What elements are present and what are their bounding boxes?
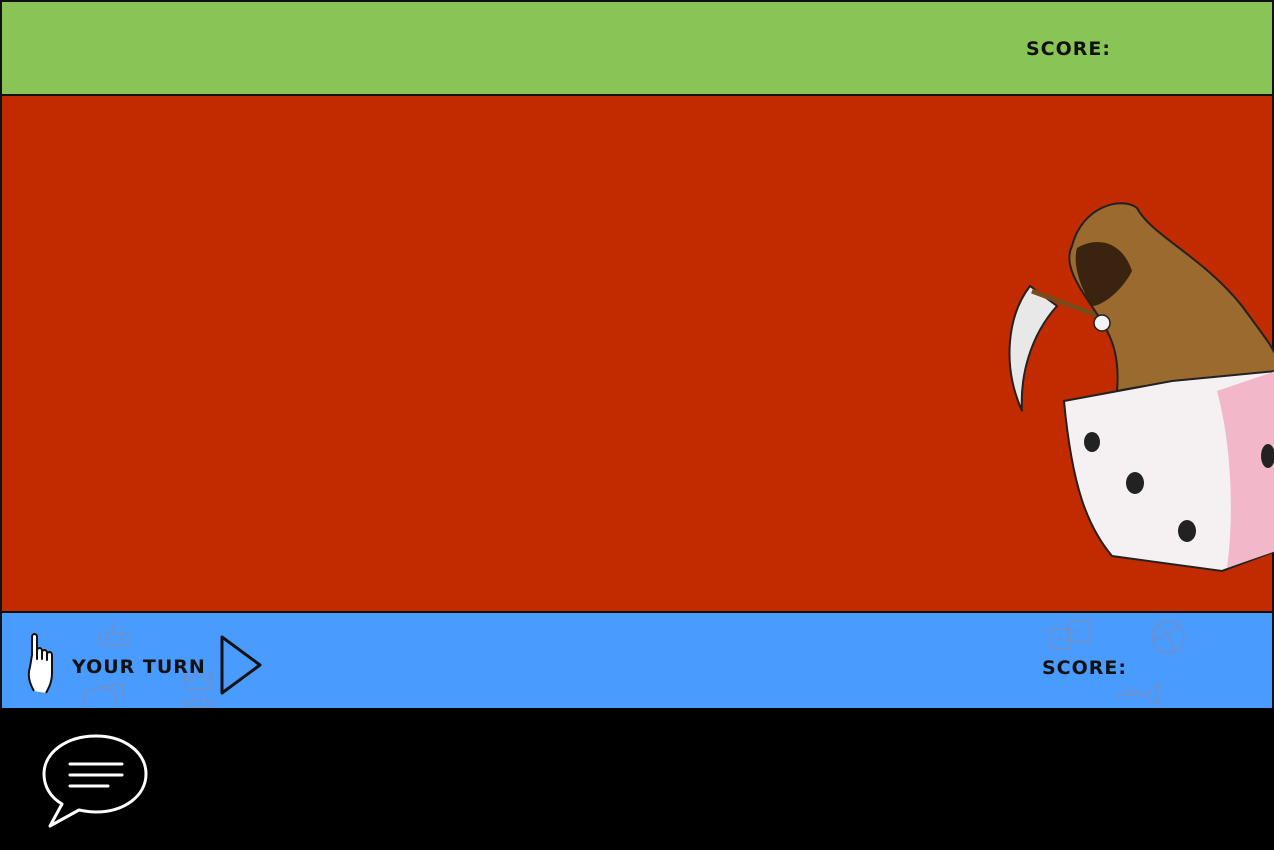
- chat-bubble-icon: [42, 734, 148, 828]
- chat-button[interactable]: [40, 732, 152, 830]
- opponent-bar: SCORE:: [0, 0, 1274, 96]
- play-button[interactable]: [218, 635, 264, 697]
- gamepad-icon: [98, 621, 130, 646]
- ball-icon: [1151, 620, 1185, 654]
- turn-indicator-label: YOUR TURN: [72, 656, 206, 678]
- game-board: [0, 96, 1274, 611]
- footer: [0, 708, 1274, 850]
- pointing-hand-icon: [27, 633, 53, 694]
- opponent-score-label: SCORE:: [1026, 38, 1111, 60]
- dice-icon-2: [1049, 620, 1089, 650]
- player-score-label: SCORE:: [1042, 657, 1127, 679]
- player-bar: YOUR TURN SCORE:: [0, 611, 1274, 709]
- reaper-on-dice-icon: [1008, 202, 1274, 573]
- dice-icon: [83, 683, 125, 709]
- trumpet-icon: [1116, 681, 1159, 707]
- play-icon: [220, 635, 262, 695]
